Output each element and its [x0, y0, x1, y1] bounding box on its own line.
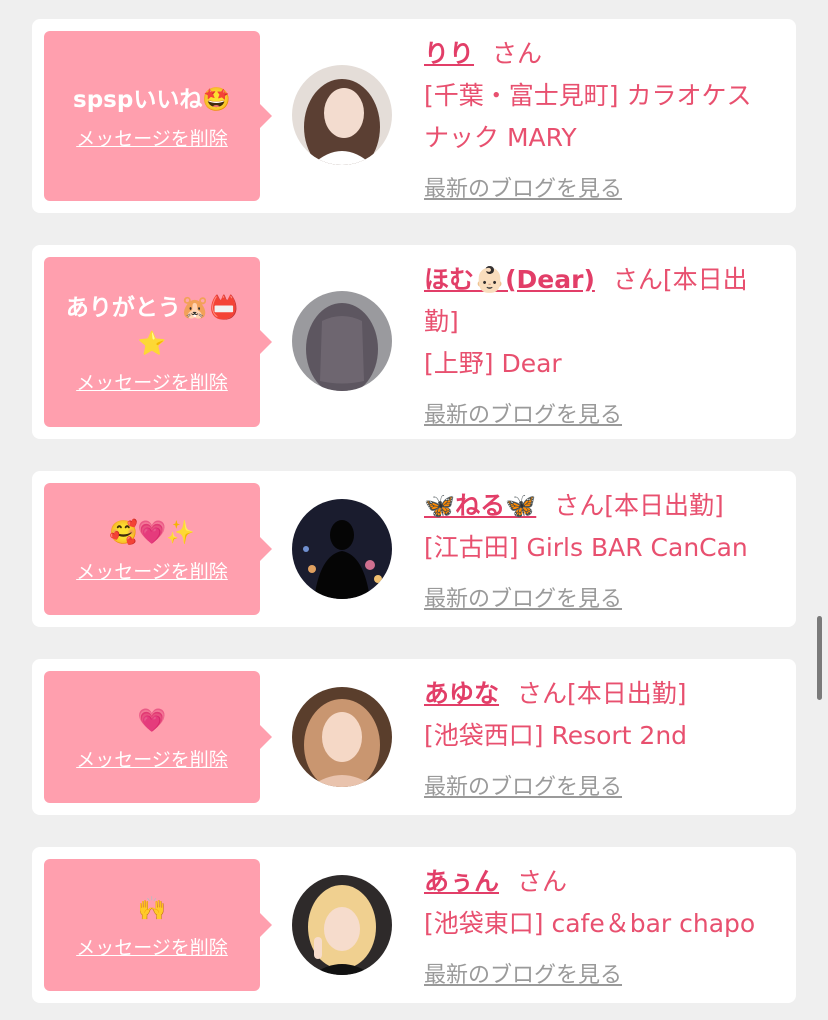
avatar-photo [292, 875, 392, 975]
latest-blog-link[interactable]: 最新のブログを見る [424, 169, 622, 211]
shop-info: [池袋西口] Resort 2nd [424, 721, 688, 750]
delete-message-link[interactable]: メッセージを削除 [76, 557, 228, 584]
delete-message-link[interactable]: メッセージを削除 [76, 933, 228, 960]
message-bubble: 🥰💗✨ メッセージを削除 [44, 483, 272, 615]
delete-message-link[interactable]: メッセージを削除 [76, 368, 228, 395]
message-text: 💗 [137, 707, 167, 734]
cast-name-link[interactable]: ほむ👶🏻(Dear) [424, 265, 595, 294]
avatar[interactable] [292, 291, 392, 391]
shop-info: [千葉・富士見町] カラオケスナック MARY [424, 81, 752, 152]
message-bubble: 🙌 メッセージを削除 [44, 859, 272, 991]
latest-blog-link[interactable]: 最新のブログを見る [424, 767, 622, 809]
message-text: spspいいね🤩 [73, 86, 231, 113]
cast-info: 🦋ねる🦋 さん[本日出勤] [江古田] Girls BAR CanCan 最新のブ… [424, 485, 776, 621]
scrollbar[interactable] [817, 616, 822, 700]
cast-info: あゆな さん[本日出勤] [池袋西口] Resort 2nd 最新のブログを見る [424, 673, 776, 809]
name-suffix: さん [492, 39, 543, 68]
message-card: spspいいね🤩 メッセージを削除 りり さん [千葉・富士見町] カラオケスナッ… [32, 19, 796, 213]
message-card: 🙌 メッセージを削除 あぅん さん [池袋東口] cafe＆bar chapo 最… [32, 847, 796, 1003]
cast-name-link[interactable]: りり [424, 39, 474, 68]
avatar-photo [292, 65, 392, 165]
avatar[interactable] [292, 65, 392, 165]
latest-blog-link[interactable]: 最新のブログを見る [424, 955, 622, 997]
message-text: ありがとう🐹📛⭐ [65, 294, 239, 357]
avatar-photo [292, 687, 392, 787]
avatar[interactable] [292, 875, 392, 975]
cast-name-link[interactable]: あゆな [424, 679, 499, 708]
name-suffix: さん[本日出勤] [517, 679, 687, 708]
message-bubble: ありがとう🐹📛⭐ メッセージを削除 [44, 257, 272, 427]
avatar-photo [292, 291, 392, 391]
shop-info: [上野] Dear [424, 349, 562, 378]
cast-name-link[interactable]: 🦋ねる🦋 [424, 491, 536, 520]
message-text: 🥰💗✨ [109, 519, 195, 546]
message-text: 🙌 [137, 895, 167, 922]
avatar[interactable] [292, 499, 392, 599]
avatar[interactable] [292, 687, 392, 787]
name-suffix: さん[本日出勤] [554, 491, 724, 520]
shop-info: [江古田] Girls BAR CanCan [424, 533, 748, 562]
message-card: 💗 メッセージを削除 あゆな さん[本日出勤] [池袋西口] Resort 2nd… [32, 659, 796, 815]
message-bubble: spspいいね🤩 メッセージを削除 [44, 31, 272, 201]
delete-message-link[interactable]: メッセージを削除 [76, 745, 228, 772]
shop-info: [池袋東口] cafe＆bar chapo [424, 909, 756, 938]
delete-message-link[interactable]: メッセージを削除 [76, 124, 228, 151]
latest-blog-link[interactable]: 最新のブログを見る [424, 579, 622, 621]
message-card: 🥰💗✨ メッセージを削除 🦋ねる🦋 さん[本日出勤] [江古田] Girls BA… [32, 471, 796, 627]
message-bubble: 💗 メッセージを削除 [44, 671, 272, 803]
latest-blog-link[interactable]: 最新のブログを見る [424, 395, 622, 437]
cast-info: ほむ👶🏻(Dear) さん[本日出勤] [上野] Dear 最新のブログを見る [424, 259, 776, 437]
cast-name-link[interactable]: あぅん [424, 867, 499, 896]
cast-info: あぅん さん [池袋東口] cafe＆bar chapo 最新のブログを見る [424, 861, 776, 997]
cast-info: りり さん [千葉・富士見町] カラオケスナック MARY 最新のブログを見る [424, 33, 776, 211]
name-suffix: さん [517, 867, 568, 896]
avatar-photo [292, 499, 392, 599]
message-card: ありがとう🐹📛⭐ メッセージを削除 ほむ👶🏻(Dear) さん[本日出勤] [上野… [32, 245, 796, 439]
